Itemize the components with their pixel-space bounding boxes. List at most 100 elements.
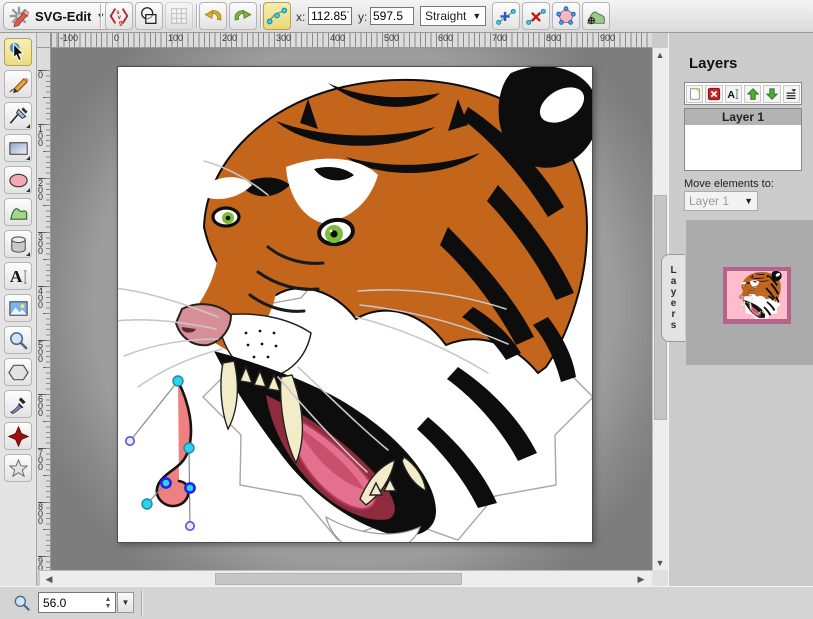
image-icon: [7, 297, 30, 320]
open-path-icon: [555, 5, 577, 27]
scroll-up-arrow-icon[interactable]: ▲: [653, 48, 667, 62]
scroll-left-arrow-icon[interactable]: ◀: [42, 572, 56, 586]
flyout-arrow-icon: [26, 152, 30, 160]
node-edit-mode-button[interactable]: [263, 2, 291, 30]
svg-text:A: A: [728, 88, 736, 100]
vruler-label: 8 0 0: [38, 504, 43, 525]
move-elements-label: Move elements to:: [684, 178, 774, 190]
tool-zoom-button[interactable]: [4, 326, 32, 354]
canvas-workspace[interactable]: [51, 48, 652, 570]
hexagon-icon: [7, 361, 30, 384]
horizontal-scrollbar[interactable]: ◀ ▶: [40, 570, 652, 586]
layers-tab-letter: e: [671, 298, 677, 309]
x-coordinate-input[interactable]: [308, 7, 352, 25]
segment-type-select[interactable]: Straight ▼: [420, 6, 486, 26]
layer-row-selected[interactable]: Layer 1: [685, 109, 801, 125]
tool-text-button[interactable]: A: [4, 262, 32, 290]
tool-image-button[interactable]: [4, 294, 32, 322]
add-subpath-icon: [585, 5, 607, 27]
horizontal-scroll-thumb[interactable]: [215, 573, 462, 585]
chevron-down-icon: ▼: [472, 11, 481, 21]
vruler-label: 4 0 0: [38, 288, 43, 309]
hruler-label: -100: [60, 33, 78, 43]
text-icon: A: [7, 265, 30, 288]
hruler-label: 700: [492, 33, 507, 43]
hruler-label: 500: [384, 33, 399, 43]
rename-layer-button[interactable]: A: [725, 85, 742, 103]
chevron-down-icon: ▼: [744, 196, 753, 206]
path-node[interactable]: [173, 376, 183, 386]
vruler-label: 1 0 0: [38, 126, 43, 147]
grid-icon: [168, 5, 190, 27]
flyout-arrow-icon: [26, 184, 30, 192]
main-menu-button[interactable]: SVG-Edit ▼: [3, 2, 114, 30]
tool-polygon-button[interactable]: [4, 358, 32, 386]
move-elements-select[interactable]: Layer 1 ▼: [684, 191, 758, 211]
vruler-label: 3 0 0: [38, 234, 43, 255]
drawing-canvas[interactable]: [117, 66, 593, 543]
delete-layer-button[interactable]: [705, 85, 722, 103]
tool-eyedropper-button[interactable]: [4, 390, 32, 418]
red-cross-icon: [7, 425, 30, 448]
zoom-level-input[interactable]: [39, 596, 101, 610]
tool-shape-library-button[interactable]: [4, 230, 32, 258]
new-layer-icon: [688, 87, 702, 101]
tool-shape-cross-button[interactable]: [4, 422, 32, 450]
redo-button[interactable]: [229, 2, 257, 30]
open-path-button[interactable]: [552, 2, 580, 30]
tool-pencil-button[interactable]: [4, 70, 32, 98]
tool-select-button[interactable]: [4, 38, 32, 66]
path-node-selected[interactable]: [161, 478, 170, 487]
layers-side-tab[interactable]: Layers: [661, 254, 685, 342]
artwork-thumbnail-frame: [723, 267, 791, 324]
tool-ellipse-button[interactable]: [4, 166, 32, 194]
svg-text:A: A: [9, 267, 22, 286]
main-toolbar: SVG-Edit ▼ s v g: [0, 0, 813, 33]
path-node-selected[interactable]: [185, 483, 194, 492]
hruler-label: 300: [276, 33, 291, 43]
arrow-up-icon: [746, 87, 760, 101]
rename-layer-icon: A: [726, 87, 740, 101]
add-subpath-button[interactable]: [582, 2, 610, 30]
hruler-label: 800: [546, 33, 561, 43]
move-layer-up-button[interactable]: [744, 85, 761, 103]
source-code-button[interactable]: s v g: [105, 2, 133, 30]
scroll-right-arrow-icon[interactable]: ▶: [634, 572, 648, 586]
delete-node-icon: [525, 5, 547, 27]
new-layer-button[interactable]: [686, 85, 703, 103]
source-code-icon: s v g: [108, 5, 130, 27]
undo-button[interactable]: [199, 2, 227, 30]
control-point[interactable]: [186, 522, 194, 530]
zoom-spinner[interactable]: ▲▼: [101, 596, 115, 610]
layers-panel-title: Layers: [689, 55, 737, 72]
move-layer-down-button[interactable]: [763, 85, 780, 103]
delete-node-button[interactable]: [522, 2, 550, 30]
hruler-label: 400: [330, 33, 345, 43]
path-edit-overlay: [126, 376, 195, 530]
grid-button[interactable]: [165, 2, 193, 30]
layers-tab-letter: s: [671, 320, 677, 331]
layer-menu-button[interactable]: [783, 85, 800, 103]
zoom-preset-dropdown[interactable]: ▼: [117, 592, 134, 613]
tool-rect-button[interactable]: [4, 134, 32, 162]
tool-line-button[interactable]: [4, 102, 32, 130]
tool-star-button[interactable]: [4, 454, 32, 482]
path-node[interactable]: [142, 499, 152, 509]
flyout-arrow-icon: [26, 120, 30, 128]
zoom-control: ▲▼: [38, 592, 116, 613]
hruler-label: 100: [168, 33, 183, 43]
layer-list[interactable]: Layer 1: [684, 108, 802, 171]
svg-text:g: g: [119, 20, 123, 26]
tool-path-button[interactable]: [4, 198, 32, 226]
control-point[interactable]: [126, 437, 134, 445]
bottom-toolbar: ▲▼ ▼: [0, 586, 813, 619]
add-node-button[interactable]: [492, 2, 520, 30]
path-node[interactable]: [184, 443, 194, 453]
y-coordinate-input[interactable]: [370, 7, 414, 25]
wireframe-button[interactable]: [135, 2, 163, 30]
hruler-label: 0: [114, 33, 119, 43]
scroll-down-arrow-icon[interactable]: ▼: [653, 556, 667, 570]
hruler-label: 600: [438, 33, 453, 43]
layers-tab-letter: y: [671, 287, 677, 298]
svg-edit-logo-icon: [8, 5, 30, 27]
